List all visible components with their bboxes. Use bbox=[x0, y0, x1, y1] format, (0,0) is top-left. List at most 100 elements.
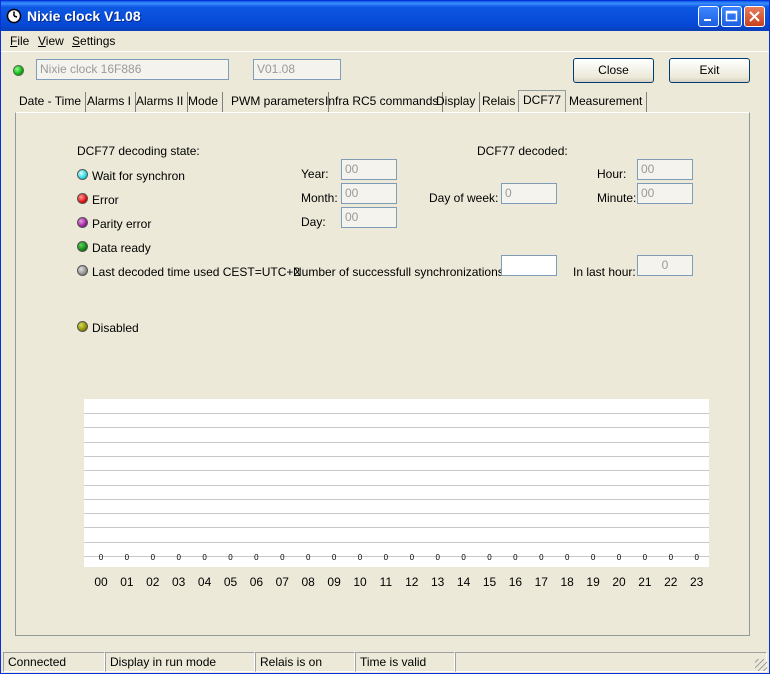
disabled-led bbox=[77, 321, 88, 332]
window-close-button[interactable] bbox=[744, 6, 765, 27]
parity-error-led bbox=[77, 217, 88, 228]
exit-button[interactable]: Exit bbox=[669, 58, 750, 83]
bar-value-label: 0 bbox=[176, 553, 181, 562]
wait-synchron-label: Wait for synchron bbox=[92, 169, 185, 183]
bar-value-label: 0 bbox=[590, 553, 596, 562]
bar-value-label: 0 bbox=[616, 553, 622, 562]
grid-line bbox=[84, 541, 709, 543]
bar-value-label: 0 bbox=[228, 553, 233, 562]
hour-tick-label: 22 bbox=[664, 575, 678, 589]
close-icon bbox=[749, 11, 760, 22]
bar-value-label: 0 bbox=[694, 553, 699, 562]
hour-tick-label: 18 bbox=[560, 575, 574, 589]
bar-value-label: 0 bbox=[409, 553, 415, 562]
connection-status-led bbox=[13, 65, 24, 76]
minute-field: 00 bbox=[637, 183, 693, 204]
tab-date-time[interactable]: Date - Time bbox=[15, 92, 87, 112]
sync-count-label: Number of successfull synchronizations: bbox=[293, 265, 508, 279]
tab-pwm-parameters[interactable]: PWM parameters bbox=[227, 92, 330, 112]
tab-alarms-ii[interactable]: Alarms II bbox=[132, 92, 189, 112]
grid-line bbox=[84, 413, 709, 414]
maximize-button[interactable] bbox=[721, 6, 742, 27]
close-button[interactable]: Close bbox=[573, 58, 654, 83]
bar-value-label: 0 bbox=[357, 553, 363, 562]
device-name-field: Nixie clock 16F886 bbox=[36, 59, 229, 80]
hour-tick-label: 14 bbox=[456, 575, 471, 589]
parity-error-label: Parity error bbox=[92, 217, 152, 231]
minute-label: Minute: bbox=[597, 191, 637, 205]
hour-tick-label: 12 bbox=[405, 575, 419, 589]
bar-value-label: 0 bbox=[564, 553, 570, 562]
minimize-icon bbox=[704, 19, 711, 21]
hour-tick-label: 13 bbox=[431, 575, 445, 589]
tab-alarms-i[interactable]: Alarms I bbox=[83, 92, 137, 112]
tab-measurement[interactable]: Measurement bbox=[565, 92, 648, 112]
tab-mode[interactable]: Mode bbox=[184, 92, 224, 112]
bar-value-label: 0 bbox=[98, 553, 104, 562]
bar-value-label: 0 bbox=[202, 553, 207, 562]
month-field: 00 bbox=[341, 183, 397, 204]
bar-value-label: 0 bbox=[305, 553, 311, 562]
bar-value-label: 0 bbox=[539, 553, 544, 562]
menu-view[interactable]: View bbox=[38, 34, 64, 48]
grid-line bbox=[84, 441, 709, 443]
day-of-week-label: Day of week: bbox=[429, 191, 499, 205]
hour-tick-label: 15 bbox=[482, 575, 497, 589]
status-time: Time is valid bbox=[355, 652, 455, 672]
bar-value-label: 0 bbox=[487, 553, 492, 562]
status-relais: Relais is on bbox=[255, 652, 355, 672]
clock-icon bbox=[6, 8, 22, 24]
tab-infra-rc5-commands[interactable]: Infra RC5 commands bbox=[321, 92, 444, 112]
status-connection: Connected bbox=[3, 652, 105, 672]
tab-relais[interactable]: Relais bbox=[478, 92, 521, 112]
last-hour-field: 0 bbox=[637, 255, 693, 276]
error-label: Error bbox=[92, 193, 119, 207]
grid-line bbox=[84, 527, 709, 529]
tab-display[interactable]: Display bbox=[432, 92, 481, 112]
cest-led bbox=[77, 265, 88, 276]
bar-value-label: 0 bbox=[461, 553, 466, 562]
hour-tick-label: 11 bbox=[379, 575, 393, 589]
window-title: Nixie clock V1.08 bbox=[27, 8, 141, 24]
bar-value-label: 0 bbox=[124, 553, 130, 562]
minimize-button[interactable] bbox=[698, 6, 719, 27]
day-field: 00 bbox=[341, 207, 397, 228]
year-field: 00 bbox=[341, 159, 397, 180]
day-label: Day: bbox=[301, 215, 326, 229]
grid-line bbox=[84, 498, 709, 500]
hour-tick-label: 03 bbox=[172, 575, 186, 589]
hour-tick-label: 21 bbox=[638, 575, 652, 589]
menu-settings[interactable]: Settings bbox=[72, 34, 115, 48]
hour-tick-label: 16 bbox=[508, 575, 523, 589]
menu-bar: File View Settings bbox=[1, 32, 769, 50]
decoded-title: DCF77 decoded: bbox=[477, 144, 568, 158]
bar-value-label: 0 bbox=[331, 553, 337, 562]
hour-tick-label: 05 bbox=[223, 575, 238, 589]
hour-tick-label: 04 bbox=[197, 575, 212, 589]
bar-value-label: 0 bbox=[513, 553, 518, 562]
device-version-field: V01.08 bbox=[253, 59, 341, 80]
bar-value-label: 0 bbox=[435, 553, 440, 562]
bar-value-label: 0 bbox=[150, 553, 156, 562]
status-display-mode: Display in run mode bbox=[105, 652, 255, 672]
last-hour-label: In last hour: bbox=[573, 265, 636, 279]
month-label: Month: bbox=[301, 191, 338, 205]
hour-tick-label: 06 bbox=[249, 575, 264, 589]
tab-dcf77[interactable]: DCF77 bbox=[518, 90, 567, 112]
wait-synchron-led bbox=[77, 169, 88, 180]
hour-tick-label: 01 bbox=[120, 575, 134, 589]
menu-file[interactable]: File bbox=[10, 34, 29, 48]
hour-tick-label: 08 bbox=[301, 575, 315, 589]
hour-tick-label: 09 bbox=[327, 575, 341, 589]
hour-tick-label: 10 bbox=[353, 575, 367, 589]
grid-line bbox=[84, 513, 709, 515]
hour-label: Hour: bbox=[597, 167, 627, 181]
bar-value-label: 0 bbox=[383, 553, 389, 562]
resize-grip-icon[interactable] bbox=[755, 659, 767, 671]
title-bar[interactable]: Nixie clock V1.08 bbox=[1, 1, 769, 31]
menu-separator bbox=[1, 51, 769, 52]
hour-tick-label: 17 bbox=[534, 575, 548, 589]
status-bar: Connected Display in run mode Relais is … bbox=[1, 652, 769, 673]
decoding-state-title: DCF77 decoding state: bbox=[77, 144, 200, 158]
grid-line bbox=[84, 484, 709, 486]
